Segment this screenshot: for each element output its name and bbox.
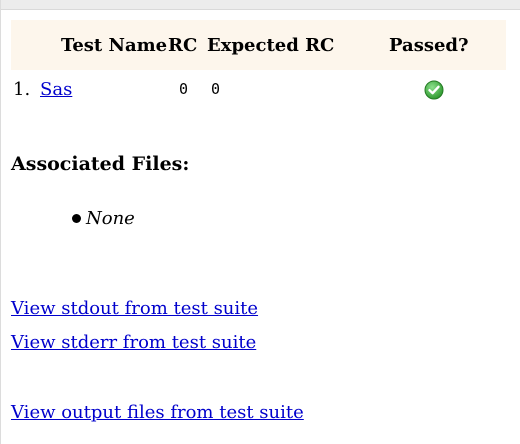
header-test-name: Test Name <box>61 34 168 56</box>
links-spacer <box>11 360 304 396</box>
view-stdout-link[interactable]: View stdout from test suite <box>11 292 304 326</box>
results-table: Test Name RC Expected RC Passed? 1. Sas 0… <box>11 20 506 108</box>
table-row: 1. Sas 0 0 <box>11 70 506 108</box>
bullet-icon <box>72 214 81 223</box>
associated-files-list: None <box>72 208 135 229</box>
list-item: None <box>72 208 135 229</box>
test-results: Test Name RC Expected RC Passed? 1. Sas 0… <box>11 20 506 108</box>
left-frame-border <box>0 0 1 444</box>
passed-cell <box>389 70 506 108</box>
top-frame-border <box>0 0 520 10</box>
header-passed: Passed? <box>389 34 469 56</box>
test-link-sas[interactable]: Sas <box>40 79 72 100</box>
check-circle-icon <box>424 80 444 100</box>
associated-files-heading: Associated Files: <box>11 153 190 175</box>
test-name-cell: 1. Sas <box>11 70 161 108</box>
associated-file-none: None <box>86 208 135 229</box>
expected-rc-value: 0 <box>211 80 221 98</box>
header-expected-rc: Expected RC <box>207 34 335 56</box>
view-stderr-link[interactable]: View stderr from test suite <box>11 326 304 360</box>
row-index: 1. <box>13 78 31 100</box>
suite-links: View stdout from test suite View stderr … <box>11 292 304 430</box>
rc-value: 0 <box>179 80 189 98</box>
table-header-row: Test Name RC Expected RC Passed? <box>11 20 506 70</box>
view-output-files-link[interactable]: View output files from test suite <box>11 396 304 430</box>
